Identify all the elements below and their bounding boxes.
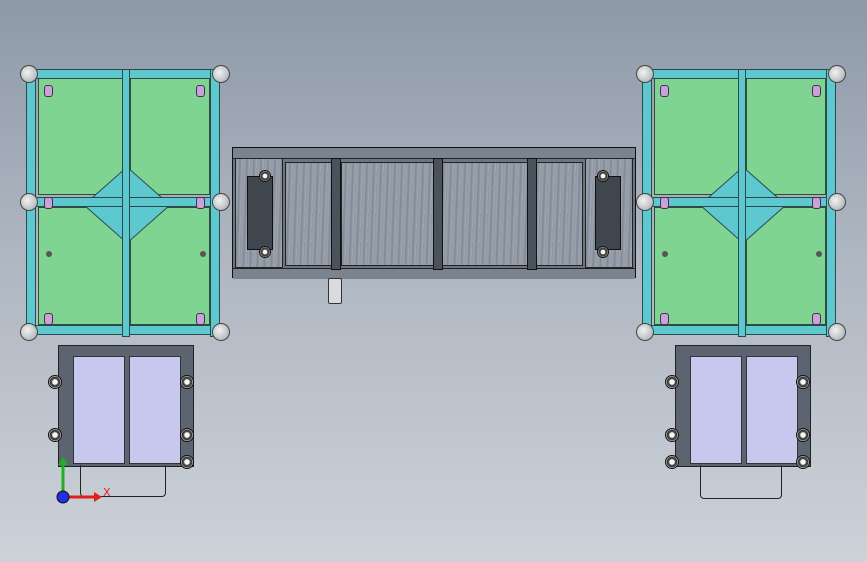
caster-wheel-icon [597,170,609,182]
right-corner-post[interactable] [636,193,654,211]
caster-wheel-icon [180,455,194,469]
right-corner-post[interactable] [636,323,654,341]
right-cart[interactable] [675,345,811,467]
caster-wheel-icon [796,455,810,469]
caster-wheel-icon [665,428,679,442]
left-frame-assembly[interactable] [20,65,232,347]
left-center-upright[interactable] [122,69,130,337]
hinge-icon [196,313,205,325]
hinge-icon [196,197,205,209]
bolt-icon [662,251,668,257]
cabinet-glass-panel-1[interactable] [285,162,337,266]
hinge-icon [660,197,669,209]
cabinet-post [527,158,537,270]
right-center-upright[interactable] [738,69,746,337]
left-corner-post[interactable] [212,323,230,341]
left-cart[interactable] [58,345,194,467]
hinge-icon [44,85,53,97]
hinge-icon [44,197,53,209]
right-corner-post[interactable] [636,65,654,83]
caster-wheel-icon [796,375,810,389]
cabinet-glass-panel-4[interactable] [533,162,583,266]
cabinet-right-slot [595,176,621,250]
cabinet-glass-panel-3[interactable] [439,162,531,266]
caster-wheel-icon [48,375,62,389]
right-corner-post[interactable] [828,193,846,211]
caster-wheel-icon [259,246,271,258]
caster-wheel-icon [180,375,194,389]
right-cart-bin-left[interactable] [690,356,742,464]
right-corner-post[interactable] [828,323,846,341]
hinge-icon [812,85,821,97]
cabinet-post [433,158,443,270]
coordinate-triad-icon [56,457,102,504]
left-cart-bin-left[interactable] [73,356,125,464]
left-corner-post[interactable] [20,323,38,341]
bolt-icon [200,251,206,257]
caster-wheel-icon [796,428,810,442]
hinge-icon [660,85,669,97]
bolt-icon [816,251,822,257]
cabinet-post [331,158,341,270]
caster-wheel-icon [665,375,679,389]
left-corner-post[interactable] [20,193,38,211]
right-cart-handle[interactable] [700,465,782,499]
caster-wheel-icon [180,428,194,442]
hinge-icon [812,313,821,325]
center-cabinet[interactable] [232,147,636,279]
left-corner-post[interactable] [212,65,230,83]
left-cart-bin-right[interactable] [129,356,181,464]
right-corner-post[interactable] [828,65,846,83]
valve-icon [328,278,342,304]
left-corner-post[interactable] [212,193,230,211]
hinge-icon [812,197,821,209]
x-axis-label: X [103,486,111,499]
caster-wheel-icon [665,455,679,469]
bolt-icon [46,251,52,257]
hinge-icon [44,313,53,325]
hinge-icon [196,85,205,97]
cabinet-glass-panel-2[interactable] [341,162,437,266]
caster-wheel-icon [48,428,62,442]
hinge-icon [660,313,669,325]
left-corner-post[interactable] [20,65,38,83]
caster-wheel-icon [597,246,609,258]
right-frame-assembly[interactable] [636,65,848,347]
caster-wheel-icon [259,170,271,182]
cabinet-left-slot [247,176,273,250]
right-cart-bin-right[interactable] [746,356,798,464]
